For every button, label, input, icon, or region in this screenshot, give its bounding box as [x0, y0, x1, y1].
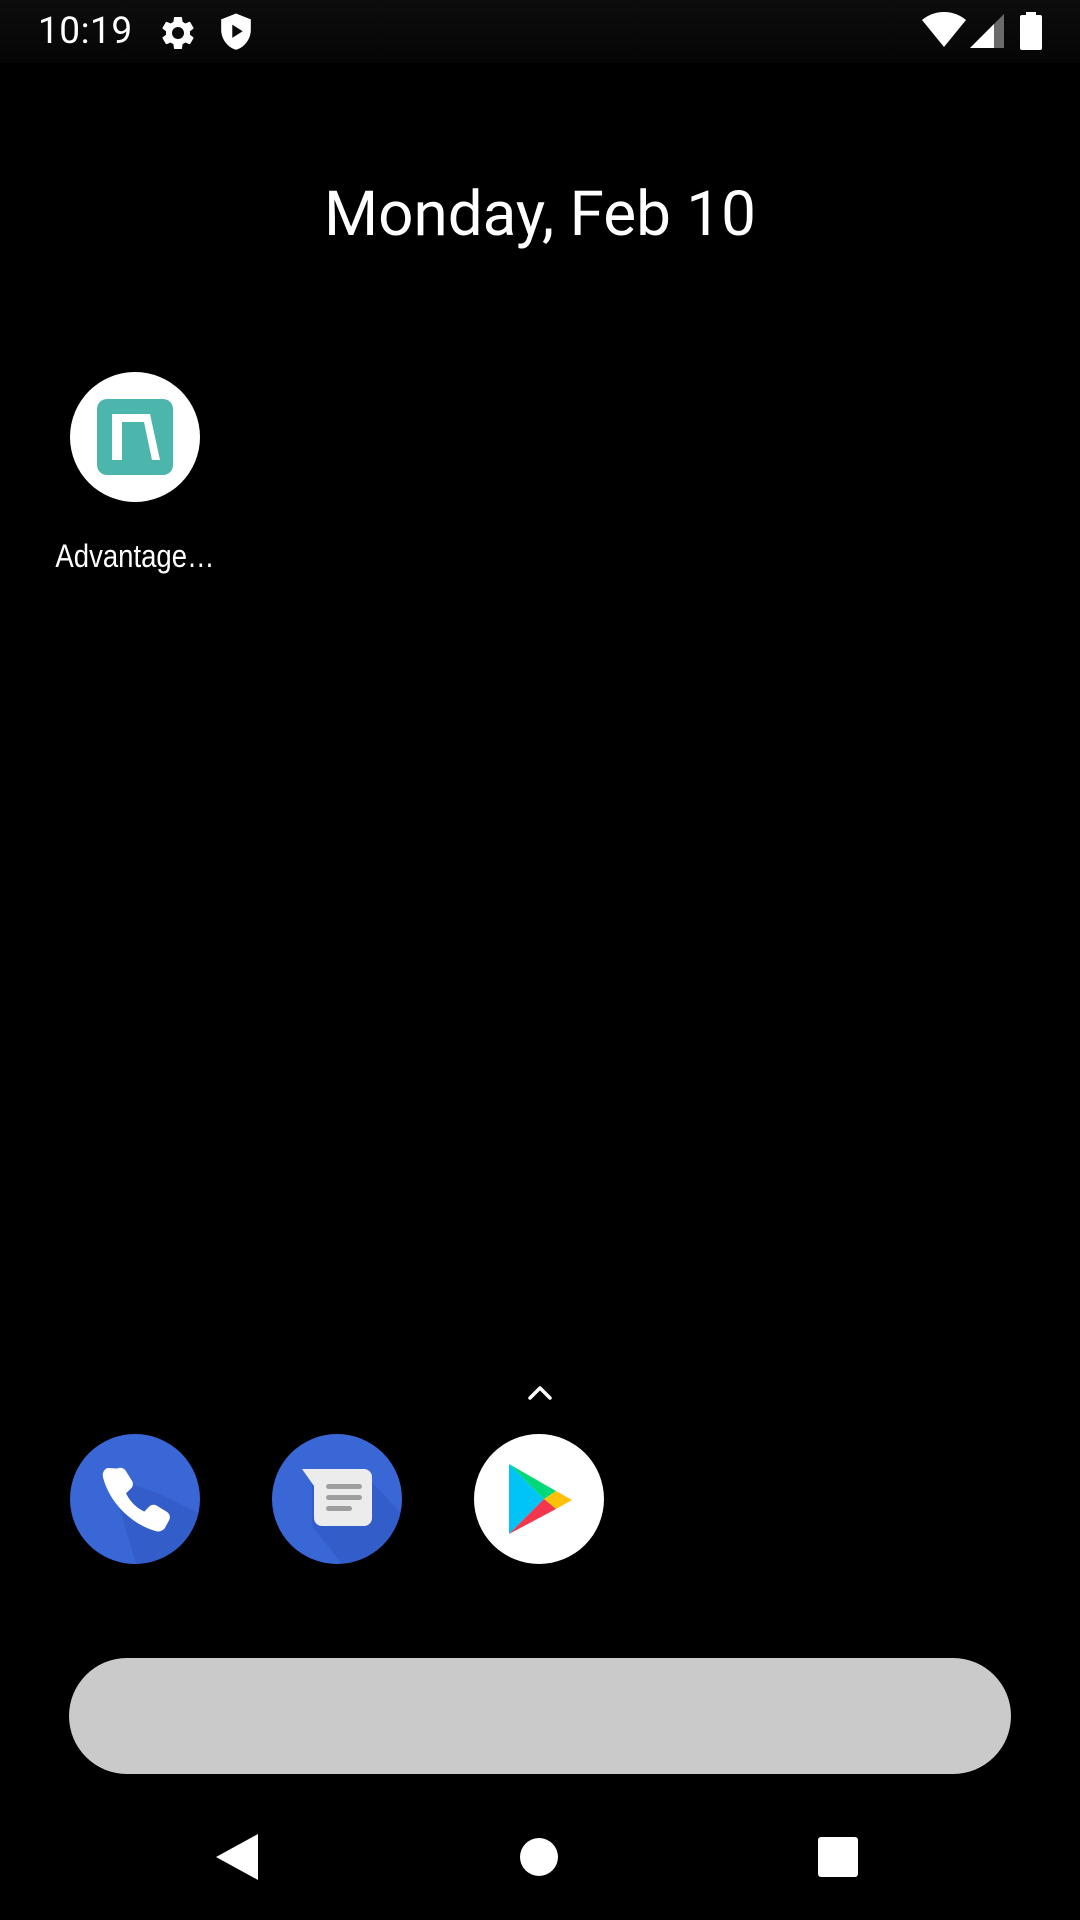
messages-app-icon[interactable]	[272, 1434, 402, 1564]
messages-icon	[302, 1469, 402, 1564]
play-store-icon	[509, 1464, 572, 1534]
recents-icon[interactable]	[818, 1837, 858, 1877]
advantage-app-icon[interactable]	[70, 372, 200, 502]
advantage-logo-icon	[97, 399, 173, 475]
cell-signal-icon	[970, 14, 1004, 48]
gear-icon	[162, 16, 194, 49]
chevron-up-icon[interactable]	[520, 1380, 560, 1404]
home-icon[interactable]	[520, 1838, 558, 1876]
back-icon[interactable]	[216, 1834, 260, 1880]
wifi-icon	[922, 12, 966, 47]
search-bar[interactable]	[69, 1658, 1011, 1774]
battery-icon	[1020, 12, 1042, 50]
shield-play-icon	[221, 13, 251, 50]
play-store-app-icon[interactable]	[474, 1434, 604, 1564]
app-label-advantage[interactable]: Advantage…	[49, 535, 221, 577]
status-time: 10:19	[38, 10, 133, 53]
phone-icon	[102, 1467, 200, 1564]
phone-app-icon[interactable]	[70, 1434, 200, 1564]
status-bar: 10:19	[0, 0, 1080, 63]
date-widget[interactable]: Monday, Feb 10	[0, 175, 1080, 255]
